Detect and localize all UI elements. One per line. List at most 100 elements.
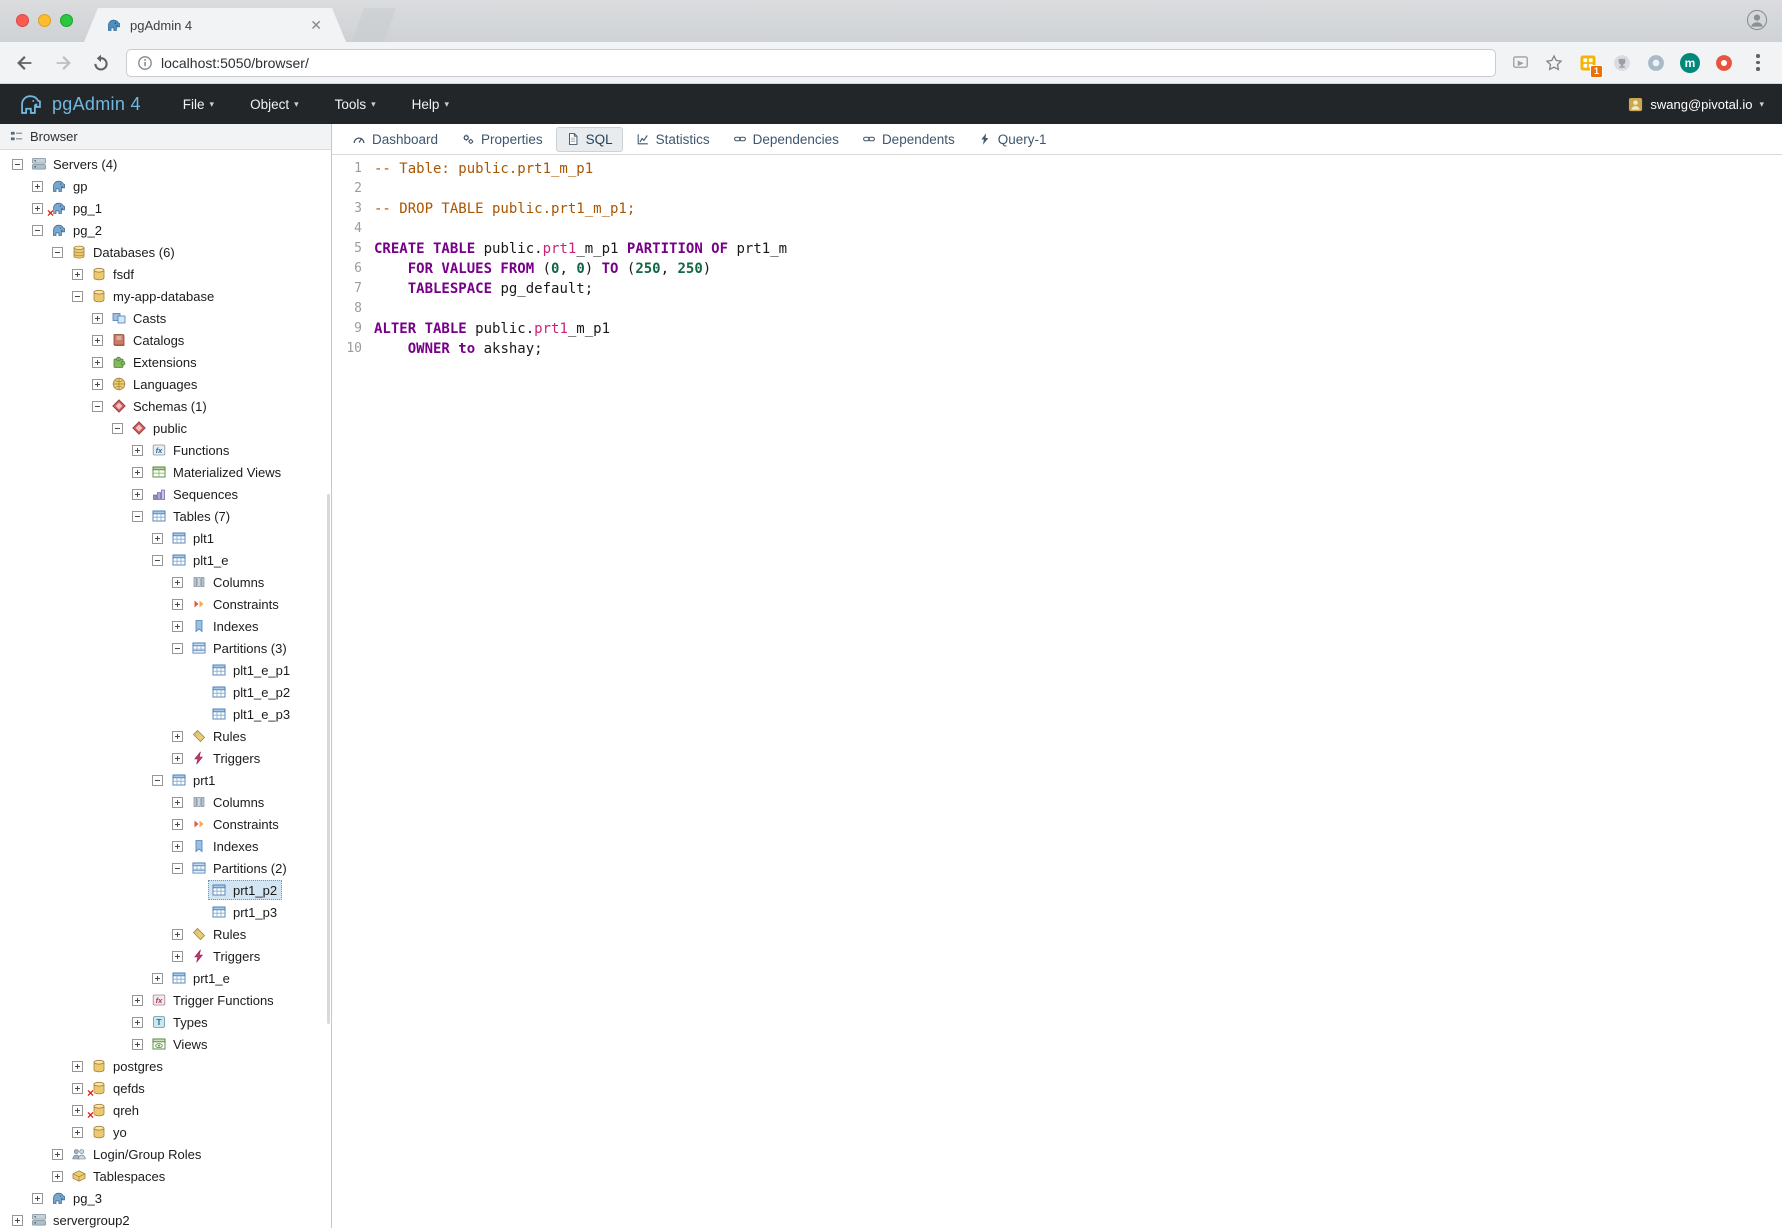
tab-dependencies[interactable]: Dependencies <box>723 127 849 152</box>
reload-button[interactable] <box>88 50 114 76</box>
tree-item-tables-7[interactable]: Tables (7) <box>0 505 331 527</box>
tree-item-triggers[interactable]: Triggers <box>0 945 331 967</box>
forward-button[interactable] <box>50 50 76 76</box>
expander-minus-icon[interactable] <box>172 863 183 874</box>
tree-item-columns[interactable]: Columns <box>0 791 331 813</box>
expander-plus-icon[interactable] <box>32 181 43 192</box>
tree-item-views[interactable]: Views <box>0 1033 331 1055</box>
url-bar[interactable]: localhost:5050/browser/ <box>126 49 1496 77</box>
tree-item-extensions[interactable]: Extensions <box>0 351 331 373</box>
tree-item-pg-3[interactable]: pg_3 <box>0 1187 331 1209</box>
expander-plus-icon[interactable] <box>72 1105 83 1116</box>
tree-item-languages[interactable]: Languages <box>0 373 331 395</box>
tree-item-columns[interactable]: Columns <box>0 571 331 593</box>
user-menu[interactable]: swang@pivotal.io ▾ <box>1628 97 1764 112</box>
expander-plus-icon[interactable] <box>132 1017 143 1028</box>
expander-plus-icon[interactable] <box>132 1039 143 1050</box>
tree-item-plt1-e-p1[interactable]: plt1_e_p1 <box>0 659 331 681</box>
profile-icon[interactable] <box>1746 9 1768 31</box>
expander-plus-icon[interactable] <box>172 841 183 852</box>
tree-item-pg-1[interactable]: ×pg_1 <box>0 197 331 219</box>
tree-item-yo[interactable]: yo <box>0 1121 331 1143</box>
tree-item-my-app-database[interactable]: my-app-database <box>0 285 331 307</box>
tab-query-1[interactable]: Query-1 <box>968 127 1057 152</box>
tree-item-pg-2[interactable]: pg_2 <box>0 219 331 241</box>
expander-minus-icon[interactable] <box>152 555 163 566</box>
tree-item-partitions-3[interactable]: Partitions (3) <box>0 637 331 659</box>
expander-plus-icon[interactable] <box>72 1061 83 1072</box>
expander-plus-icon[interactable] <box>32 1193 43 1204</box>
new-tab-button[interactable] <box>352 8 396 42</box>
tree-item-prt1-e[interactable]: prt1_e <box>0 967 331 989</box>
tree-item-sequences[interactable]: Sequences <box>0 483 331 505</box>
extension-trophy-icon[interactable] <box>1610 51 1634 75</box>
tab-close-button[interactable]: ✕ <box>310 18 322 32</box>
extension-grid-icon[interactable]: 1 <box>1576 51 1600 75</box>
expander-plus-icon[interactable] <box>52 1149 63 1160</box>
expander-plus-icon[interactable] <box>172 731 183 742</box>
tree-item-qefds[interactable]: ×qefds <box>0 1077 331 1099</box>
expander-minus-icon[interactable] <box>72 291 83 302</box>
expander-plus-icon[interactable] <box>92 379 103 390</box>
tab-sql[interactable]: SQL <box>556 127 623 152</box>
tab-properties[interactable]: Properties <box>451 127 553 152</box>
tree-item-functions[interactable]: fxFunctions <box>0 439 331 461</box>
expander-plus-icon[interactable] <box>92 357 103 368</box>
sql-editor[interactable]: 1-- Table: public.prt1_m_p12 3-- DROP TA… <box>332 155 1782 1228</box>
menu-help[interactable]: Help▾ <box>412 97 449 112</box>
tree-item-postgres[interactable]: postgres <box>0 1055 331 1077</box>
menu-file[interactable]: File▾ <box>183 97 214 112</box>
expander-minus-icon[interactable] <box>172 643 183 654</box>
expander-plus-icon[interactable] <box>72 1127 83 1138</box>
expander-plus-icon[interactable] <box>92 313 103 324</box>
tree-item-plt1[interactable]: plt1 <box>0 527 331 549</box>
expander-minus-icon[interactable] <box>152 775 163 786</box>
tree-item-indexes[interactable]: Indexes <box>0 835 331 857</box>
expander-plus-icon[interactable] <box>32 203 43 214</box>
tree-item-rules[interactable]: Rules <box>0 725 331 747</box>
tree-item-tablespaces[interactable]: Tablespaces <box>0 1165 331 1187</box>
menu-object[interactable]: Object▾ <box>250 97 299 112</box>
cast-action-icon[interactable] <box>1508 51 1532 75</box>
expander-plus-icon[interactable] <box>92 335 103 346</box>
tree-item-servergroup2[interactable]: servergroup2 <box>0 1209 331 1228</box>
back-button[interactable] <box>12 50 38 76</box>
minimize-window-button[interactable] <box>38 14 51 27</box>
expander-minus-icon[interactable] <box>32 225 43 236</box>
extension-m-icon[interactable]: m <box>1678 51 1702 75</box>
tree-item-plt1-e-p3[interactable]: plt1_e_p3 <box>0 703 331 725</box>
close-window-button[interactable] <box>16 14 29 27</box>
expander-plus-icon[interactable] <box>172 819 183 830</box>
tree-item-triggers[interactable]: Triggers <box>0 747 331 769</box>
tree-item-constraints[interactable]: Constraints <box>0 813 331 835</box>
tree-item-schemas-1[interactable]: Schemas (1) <box>0 395 331 417</box>
tab-statistics[interactable]: Statistics <box>626 127 720 152</box>
tree-item-prt1-p3[interactable]: prt1_p3 <box>0 901 331 923</box>
tree-scrollbar[interactable] <box>327 494 330 1024</box>
tab-dashboard[interactable]: Dashboard <box>342 127 448 152</box>
expander-plus-icon[interactable] <box>172 599 183 610</box>
site-info-icon[interactable] <box>137 55 153 71</box>
tree-item-databases-6[interactable]: Databases (6) <box>0 241 331 263</box>
expander-plus-icon[interactable] <box>12 1215 23 1226</box>
tree-item-indexes[interactable]: Indexes <box>0 615 331 637</box>
tree-item-partitions-2[interactable]: Partitions (2) <box>0 857 331 879</box>
expander-plus-icon[interactable] <box>172 797 183 808</box>
tree-item-types[interactable]: TTypes <box>0 1011 331 1033</box>
tree-item-prt1-p2[interactable]: prt1_p2 <box>0 879 331 901</box>
fullscreen-window-button[interactable] <box>60 14 73 27</box>
tree-item-fsdf[interactable]: fsdf <box>0 263 331 285</box>
expander-plus-icon[interactable] <box>172 621 183 632</box>
expander-plus-icon[interactable] <box>152 533 163 544</box>
bookmark-star-icon[interactable] <box>1542 51 1566 75</box>
menu-tools[interactable]: Tools▾ <box>335 97 376 112</box>
expander-minus-icon[interactable] <box>52 247 63 258</box>
expander-minus-icon[interactable] <box>12 159 23 170</box>
expander-minus-icon[interactable] <box>132 511 143 522</box>
expander-plus-icon[interactable] <box>132 445 143 456</box>
expander-plus-icon[interactable] <box>132 489 143 500</box>
tree-item-plt1-e[interactable]: plt1_e <box>0 549 331 571</box>
tree-item-login-group-roles[interactable]: Login/Group Roles <box>0 1143 331 1165</box>
extension-gray-icon[interactable] <box>1644 51 1668 75</box>
extension-red-icon[interactable] <box>1712 51 1736 75</box>
